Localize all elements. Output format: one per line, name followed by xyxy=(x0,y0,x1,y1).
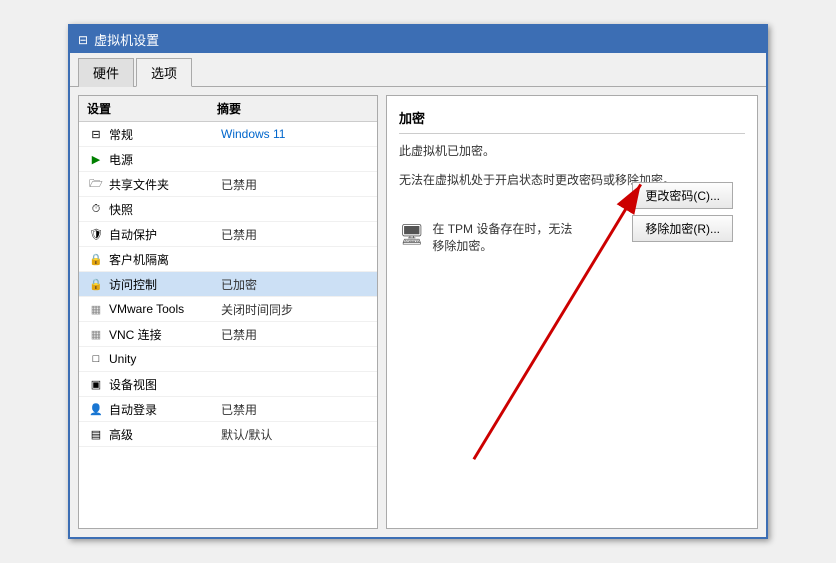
item-name-power: 电源 xyxy=(109,151,221,168)
item-name-vnc: VNC 连接 xyxy=(109,326,221,343)
remove-encryption-button[interactable]: 移除加密(R)... xyxy=(632,215,733,242)
list-item[interactable]: ▦ VMware Tools 关闭时间同步 xyxy=(79,297,377,322)
list-item[interactable]: ▶ 电源 xyxy=(79,147,377,172)
list-item-access-control[interactable]: 🔒 访问控制 已加密 xyxy=(79,272,377,297)
tab-options[interactable]: 选项 xyxy=(136,58,192,87)
item-name-access-control: 访问控制 xyxy=(109,276,221,293)
item-summary-general: Windows 11 xyxy=(221,127,369,141)
item-icon-device-view: ▣ xyxy=(87,375,105,393)
list-item[interactable]: ⊟ 常规 Windows 11 xyxy=(79,122,377,147)
item-summary-access-control: 已加密 xyxy=(221,276,369,293)
item-icon-autologin: 👤 xyxy=(87,400,105,418)
item-icon-advanced: ▤ xyxy=(87,425,105,443)
header-setting: 设置 xyxy=(87,100,217,117)
item-icon-vnc: ▦ xyxy=(87,325,105,343)
item-icon-unity: □ xyxy=(87,350,105,368)
list-item[interactable]: ⏱ 快照 xyxy=(79,197,377,222)
right-panel: 加密 此虚拟机已加密。 无法在虚拟机处于开启状态时更改密码或移除加密。 更改密码… xyxy=(386,95,758,529)
item-icon-snapshot: ⏱ xyxy=(87,200,105,218)
item-name-autoprotect: 自动保护 xyxy=(109,226,221,243)
tpm-text: 在 TPM 设备存在时，无法移除加密。 xyxy=(432,220,579,254)
item-icon-autoprotect: 🛡 xyxy=(87,225,105,243)
list-item[interactable]: □ Unity xyxy=(79,347,377,372)
item-icon-power: ▶ xyxy=(87,150,105,168)
list-item[interactable]: ▦ VNC 连接 已禁用 xyxy=(79,322,377,347)
item-icon-shared-folder: 🗁 xyxy=(87,175,105,193)
item-name-shared-folder: 共享文件夹 xyxy=(109,176,221,193)
encrypt-buttons: 更改密码(C)... 移除加密(R)... xyxy=(632,182,733,242)
item-icon-vmware-tools: ▦ xyxy=(87,300,105,318)
list-item[interactable]: 🔒 客户机隔离 xyxy=(79,247,377,272)
list-item[interactable]: 👤 自动登录 已禁用 xyxy=(79,397,377,422)
list-item[interactable]: ▤ 高级 默认/默认 xyxy=(79,422,377,447)
list-header: 设置 摘要 xyxy=(79,96,377,122)
item-summary-advanced: 默认/默认 xyxy=(221,426,369,443)
title-bar: ⊟ 虚拟机设置 xyxy=(70,26,766,53)
item-name-general: 常规 xyxy=(109,126,221,143)
window-title: 虚拟机设置 xyxy=(94,30,159,49)
change-password-button[interactable]: 更改密码(C)... xyxy=(632,182,733,209)
item-summary-shared-folder: 已禁用 xyxy=(221,176,369,193)
item-icon-access-control: 🔒 xyxy=(87,275,105,293)
tab-hardware[interactable]: 硬件 xyxy=(78,58,134,87)
tpm-notice: 🖥 在 TPM 设备存在时，无法移除加密。 xyxy=(399,220,579,254)
item-name-autologin: 自动登录 xyxy=(109,401,221,418)
encrypt-title: 加密 xyxy=(399,108,745,134)
item-name-guest-isolation: 客户机隔离 xyxy=(109,251,221,268)
list-item[interactable]: 🗁 共享文件夹 已禁用 xyxy=(79,172,377,197)
item-name-snapshot: 快照 xyxy=(109,201,221,218)
header-summary: 摘要 xyxy=(217,100,369,117)
item-icon-general: ⊟ xyxy=(87,125,105,143)
item-summary-vnc: 已禁用 xyxy=(221,326,369,343)
title-icon: ⊟ xyxy=(78,33,88,47)
main-window: ⊟ 虚拟机设置 硬件 选项 设置 摘要 ⊟ 常规 Windows 11 ▶ 电源 xyxy=(68,24,768,539)
item-summary-autologin: 已禁用 xyxy=(221,401,369,418)
item-summary-autoprotect: 已禁用 xyxy=(221,226,369,243)
encrypt-desc1: 此虚拟机已加密。 xyxy=(399,142,745,161)
item-name-device-view: 设备视图 xyxy=(109,376,221,393)
item-summary-vmware-tools: 关闭时间同步 xyxy=(221,301,369,318)
item-icon-guest-isolation: 🔒 xyxy=(87,250,105,268)
item-name-vmware-tools: VMware Tools xyxy=(109,302,221,316)
tpm-icon: 🖥 xyxy=(399,222,424,247)
list-item[interactable]: ▣ 设备视图 xyxy=(79,372,377,397)
item-name-unity: Unity xyxy=(109,352,221,366)
list-item[interactable]: 🛡 自动保护 已禁用 xyxy=(79,222,377,247)
settings-list: 设置 摘要 ⊟ 常规 Windows 11 ▶ 电源 🗁 共享文件夹 已禁用 ⏱ xyxy=(78,95,378,529)
content-area: 设置 摘要 ⊟ 常规 Windows 11 ▶ 电源 🗁 共享文件夹 已禁用 ⏱ xyxy=(70,87,766,537)
item-name-advanced: 高级 xyxy=(109,426,221,443)
tab-bar: 硬件 选项 xyxy=(70,53,766,87)
